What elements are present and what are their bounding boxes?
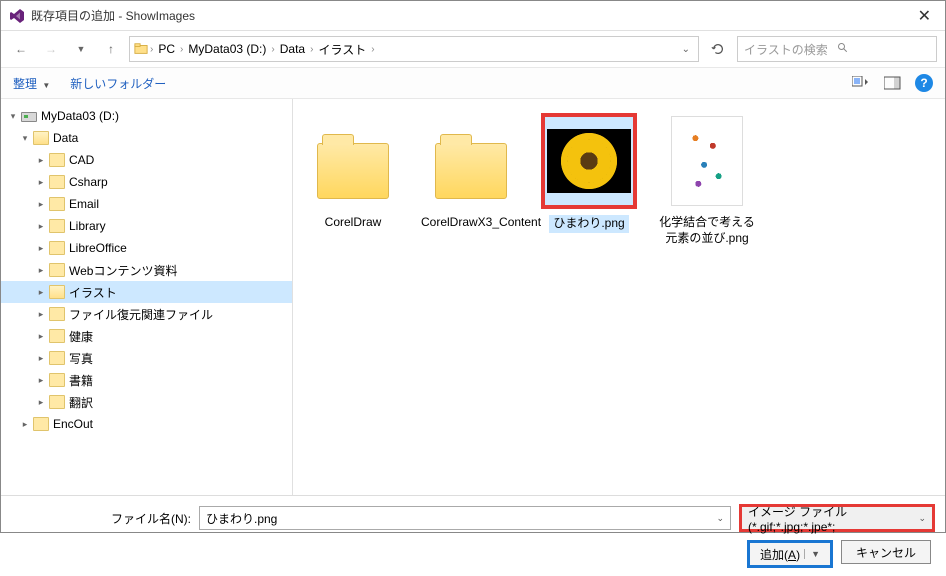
search-placeholder: イラストの検索 (744, 41, 837, 58)
breadcrumb-dropdown[interactable]: ⌄ (678, 44, 694, 55)
folder-icon (49, 285, 65, 299)
file-list[interactable]: CorelDraw CorelDrawX3_Content ひまわり.png 化… (293, 99, 945, 495)
file-item-selected[interactable]: ひまわり.png (539, 113, 639, 233)
breadcrumb-item[interactable]: PC (155, 42, 178, 56)
chevron-down-icon[interactable]: ⌄ (716, 513, 724, 524)
tree-node-folder[interactable]: ▸ファイル復元関連ファイル (1, 303, 292, 325)
preview-pane-button[interactable] (883, 73, 903, 93)
tree-node-folder[interactable]: ▸Csharp (1, 171, 292, 193)
refresh-button[interactable] (705, 42, 731, 56)
tree-node-folder[interactable]: ▸Library (1, 215, 292, 237)
folder-icon (49, 307, 65, 321)
add-dropdown[interactable]: ▼ (804, 549, 820, 559)
chevron-down-icon: ▼ (42, 81, 50, 90)
help-button[interactable]: ? (915, 74, 933, 92)
view-options-button[interactable] (851, 73, 871, 93)
folder-icon (49, 219, 65, 233)
folder-icon (49, 373, 65, 387)
tree-node-folder[interactable]: ▸Email (1, 193, 292, 215)
folder-item[interactable]: CorelDrawX3_Content (421, 113, 521, 231)
nav-up-button[interactable]: ↑ (99, 37, 123, 61)
add-button[interactable]: 追加(A) ▼ (747, 540, 833, 568)
folder-icon (49, 153, 65, 167)
chevron-right-icon: › (180, 44, 183, 55)
tree-node-folder[interactable]: ▸健康 (1, 325, 292, 347)
close-button[interactable]: ✕ (912, 6, 937, 26)
folder-tree[interactable]: ▾MyData03 (D:) ▾Data ▸CAD▸Csharp▸Email▸L… (1, 99, 293, 495)
chevron-right-icon: › (371, 44, 374, 55)
tree-node-folder[interactable]: ▾Data (1, 127, 292, 149)
folder-item[interactable]: CorelDraw (303, 113, 403, 231)
breadcrumb[interactable]: › PC › MyData03 (D:) › Data › イラスト › ⌄ (129, 36, 699, 62)
filename-input[interactable]: ひまわり.png ⌄ (199, 506, 731, 530)
tree-node-drive[interactable]: ▾MyData03 (D:) (1, 105, 292, 127)
nav-history-dropdown[interactable]: ▼ (69, 37, 93, 61)
breadcrumb-item[interactable]: イラスト (315, 41, 369, 58)
folder-icon (49, 351, 65, 365)
folder-icon (49, 329, 65, 343)
search-input[interactable]: イラストの検索 (737, 36, 937, 62)
organize-menu[interactable]: 整理 ▼ (13, 75, 50, 92)
tree-node-folder[interactable]: ▸書籍 (1, 369, 292, 391)
tree-node-folder[interactable]: ▸写真 (1, 347, 292, 369)
nav-forward-button[interactable]: → (39, 37, 63, 61)
tree-node-folder[interactable]: ▸イラスト (1, 281, 292, 303)
filename-label: ファイル名(N): (11, 510, 191, 527)
chevron-right-icon: › (150, 44, 153, 55)
folder-icon (49, 263, 65, 277)
file-item[interactable]: 化学結合で考える元素の並び.png (657, 113, 757, 246)
folder-icon (317, 143, 389, 199)
app-icon (9, 8, 25, 24)
drive-icon (21, 112, 37, 122)
folder-icon (49, 197, 65, 211)
chevron-right-icon: › (310, 44, 313, 55)
tree-node-folder[interactable]: ▸EncOut (1, 413, 292, 435)
nav-back-button[interactable]: ← (9, 37, 33, 61)
image-thumbnail (671, 116, 743, 206)
new-folder-button[interactable]: 新しいフォルダー (70, 75, 166, 92)
folder-icon (134, 42, 148, 56)
search-icon (837, 42, 930, 57)
file-type-filter[interactable]: イメージ ファイル (*.gif;*.jpg;*.jpe*; ⌄ (739, 504, 935, 532)
tree-node-folder[interactable]: ▸Webコンテンツ資料 (1, 259, 292, 281)
tree-node-folder[interactable]: ▸LibreOffice (1, 237, 292, 259)
cancel-button[interactable]: キャンセル (841, 540, 931, 564)
image-thumbnail (547, 129, 631, 193)
folder-icon (33, 131, 49, 145)
folder-icon (49, 395, 65, 409)
window-title: 既存項目の追加 - ShowImages (31, 7, 195, 24)
chevron-right-icon: › (271, 44, 274, 55)
breadcrumb-item[interactable]: MyData03 (D:) (185, 42, 269, 56)
chevron-down-icon: ⌄ (918, 513, 926, 524)
tree-node-folder[interactable]: ▸翻訳 (1, 391, 292, 413)
folder-icon (33, 417, 49, 431)
folder-icon (49, 241, 65, 255)
folder-icon (49, 175, 65, 189)
folder-icon (435, 143, 507, 199)
tree-node-folder[interactable]: ▸CAD (1, 149, 292, 171)
breadcrumb-item[interactable]: Data (277, 42, 308, 56)
